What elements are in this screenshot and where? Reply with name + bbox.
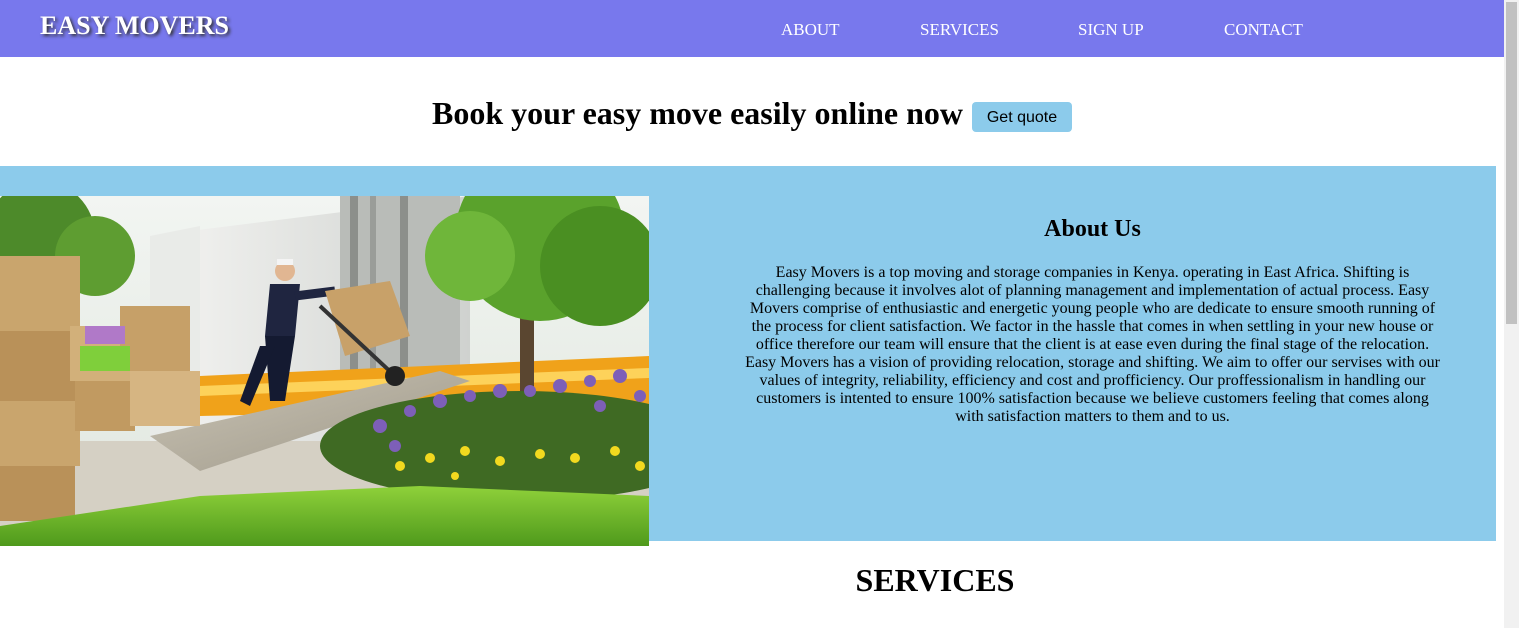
moving-truck-photo — [0, 196, 649, 546]
nav-link-contact[interactable]: CONTACT — [1224, 20, 1303, 40]
hero-section: Book your easy move easily online now Get… — [0, 95, 1504, 132]
nav-link-about[interactable]: ABOUT — [781, 20, 840, 40]
about-body-text: Easy Movers is a top moving and storage … — [745, 264, 1440, 425]
nav-link-signup[interactable]: SIGN UP — [1078, 20, 1144, 40]
nav-link-services[interactable]: SERVICES — [920, 20, 999, 40]
get-quote-button[interactable]: Get quote — [972, 101, 1072, 132]
brand-logo[interactable]: EASY MOVERS — [40, 11, 229, 41]
about-content: About Us Easy Movers is a top moving and… — [745, 213, 1440, 426]
services-heading: SERVICES — [855, 562, 1015, 598]
about-heading: About Us — [1044, 216, 1141, 242]
navbar: EASY MOVERS ABOUT SERVICES SIGN UP CONTA… — [0, 0, 1504, 57]
hero-title: Book your easy move easily online now — [432, 95, 963, 131]
page: EASY MOVERS ABOUT SERVICES SIGN UP CONTA… — [0, 0, 1504, 628]
scrollbar-thumb[interactable] — [1506, 2, 1517, 324]
